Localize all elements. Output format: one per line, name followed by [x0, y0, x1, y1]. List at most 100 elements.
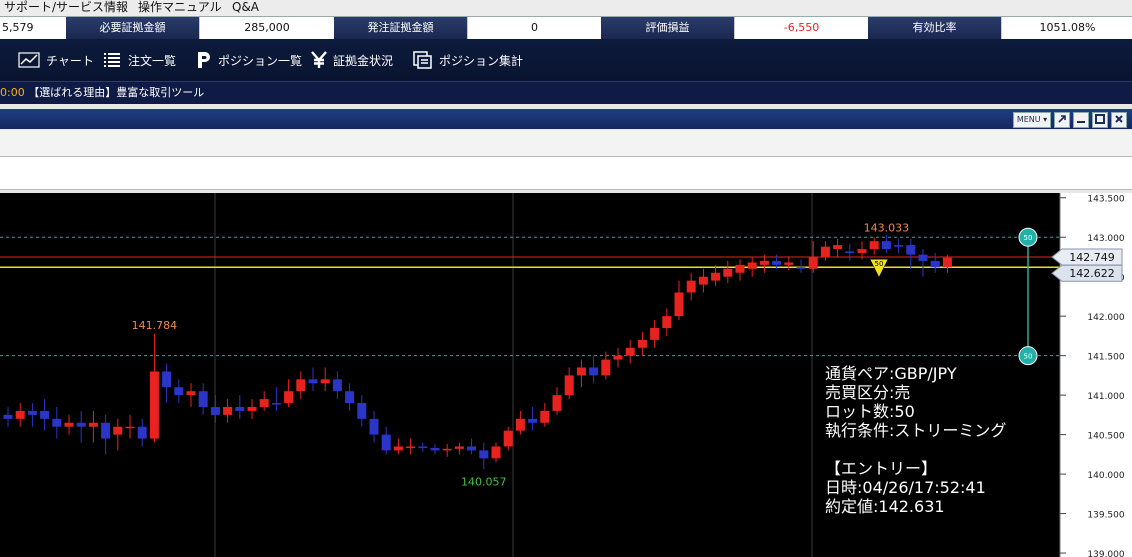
- info-price: 約定値:142.631: [825, 497, 945, 516]
- bid-price-text: 142.749: [1069, 251, 1115, 264]
- chart-tab-strip: [0, 130, 1132, 157]
- summary-icon: [413, 51, 432, 69]
- margin-status-button[interactable]: 証拠金状況: [311, 39, 393, 81]
- candle-body: [235, 406, 245, 411]
- current-price-text: 142.622: [1069, 267, 1115, 280]
- price-tick-label: 140.500: [1087, 432, 1124, 442]
- order-list-label: 注文一覧: [128, 53, 177, 68]
- price-tick-label: 139.000: [1087, 550, 1124, 557]
- candle-body: [759, 260, 769, 265]
- candle-body: [711, 272, 721, 281]
- candle-body: [467, 446, 477, 451]
- price-tick-label: 139.500: [1087, 511, 1124, 521]
- candle-body: [162, 371, 172, 388]
- position-p-icon: [198, 52, 210, 68]
- candle-body: [27, 410, 37, 415]
- close-icon: [1115, 115, 1123, 123]
- margin-ratio-value: 1051.08%: [1001, 17, 1132, 39]
- candle-body: [442, 448, 452, 451]
- candle-body: [698, 276, 708, 285]
- candle-body: [454, 446, 464, 449]
- menu-item-support[interactable]: サポート/サービス情報: [4, 0, 128, 15]
- main-toolbar: チャート 注文一覧 ポジション一覧 証拠金状況 ポジション集計: [0, 39, 1132, 81]
- candle-body: [430, 448, 440, 451]
- ticker-time: 0:00: [0, 86, 25, 99]
- info-condition: 執行条件:ストリーミング: [825, 421, 1007, 440]
- candle-body: [894, 245, 904, 247]
- candle-body: [552, 395, 562, 411]
- candle-body: [772, 260, 782, 265]
- unrealized-pl-value: -6,550: [734, 17, 868, 39]
- menu-item-qa[interactable]: Q&A: [232, 0, 259, 15]
- position-list-button[interactable]: ポジション一覧: [196, 39, 302, 81]
- margin-ratio-label: 有効比率: [868, 17, 1001, 39]
- maximize-icon: [1095, 114, 1105, 124]
- candle-body: [613, 355, 623, 360]
- price-tick-label: 140.000: [1087, 471, 1124, 481]
- candle-body: [503, 430, 513, 447]
- candle-body: [418, 446, 428, 449]
- chevron-down-icon: ▾: [1043, 115, 1048, 124]
- candle-body: [869, 241, 879, 250]
- order-list-button[interactable]: 注文一覧: [102, 39, 176, 81]
- required-margin-label: 必要証拠金額: [66, 17, 199, 39]
- chart-button[interactable]: チャート: [18, 39, 94, 81]
- maximize-button[interactable]: [1092, 112, 1108, 128]
- window-menu-label: MENU: [1016, 115, 1041, 124]
- marker-lots-label: 50: [1024, 234, 1033, 242]
- peak-price-label: 141.784: [132, 319, 178, 332]
- candle-body: [393, 446, 403, 451]
- price-tick-label: 141.500: [1087, 353, 1124, 363]
- candle-body: [491, 446, 501, 459]
- candle-body: [125, 426, 135, 429]
- price-tick-label: 142.000: [1087, 313, 1124, 323]
- candle-body: [284, 391, 294, 404]
- candle-body: [540, 410, 550, 423]
- candle-body: [369, 418, 379, 435]
- news-ticker[interactable]: 0:00 【選ばれる理由】豊富な取引ツール: [0, 81, 1132, 105]
- position-summary-button[interactable]: ポジション集計: [413, 39, 523, 81]
- price-tick-label: 141.000: [1087, 392, 1124, 402]
- info-side: 売買区分:売: [825, 383, 911, 402]
- price-axis: [1060, 193, 1132, 557]
- list-icon: [104, 53, 120, 67]
- candle-body: [113, 426, 123, 435]
- candle-body: [210, 406, 220, 415]
- candle-body: [320, 379, 330, 384]
- candle-body: [906, 245, 916, 255]
- close-button[interactable]: [1111, 112, 1127, 128]
- candle-body: [271, 403, 281, 405]
- yen-icon: [311, 51, 327, 68]
- marker-lots-label: 50: [1024, 353, 1033, 361]
- required-margin-value: 285,000: [199, 17, 334, 39]
- candle-body: [601, 359, 611, 376]
- candle-body: [942, 257, 952, 268]
- position-list-label: ポジション一覧: [218, 53, 303, 68]
- candle-body: [101, 422, 111, 439]
- candle-body: [3, 414, 13, 419]
- candle-body: [76, 422, 86, 427]
- popout-button[interactable]: [1054, 112, 1070, 128]
- candle-body: [308, 379, 318, 384]
- top-menu-bar: サポート/サービス情報 操作マニュアル Q&A: [0, 0, 1132, 16]
- candle-body: [174, 387, 184, 396]
- candle-body: [845, 251, 855, 254]
- candle-body: [15, 410, 25, 419]
- entry-lots-label: 50: [875, 260, 884, 268]
- candle-body: [857, 249, 867, 254]
- window-menu-button[interactable]: MENU ▾: [1013, 112, 1051, 128]
- candle-body: [149, 371, 159, 439]
- candle-body: [345, 391, 355, 404]
- ticker-text: 【選ばれる理由】豊富な取引ツール: [28, 86, 205, 99]
- high-price-label: 143.033: [864, 222, 910, 235]
- candle-body: [686, 280, 696, 293]
- minimize-button[interactable]: [1073, 112, 1089, 128]
- menu-item-manual[interactable]: 操作マニュアル: [138, 0, 222, 15]
- balance-value: 5,579: [0, 17, 66, 39]
- candle-body: [589, 367, 599, 376]
- candle-body: [650, 328, 660, 340]
- candle-body: [64, 422, 74, 427]
- candle-body: [564, 375, 574, 396]
- candle-body: [662, 316, 672, 329]
